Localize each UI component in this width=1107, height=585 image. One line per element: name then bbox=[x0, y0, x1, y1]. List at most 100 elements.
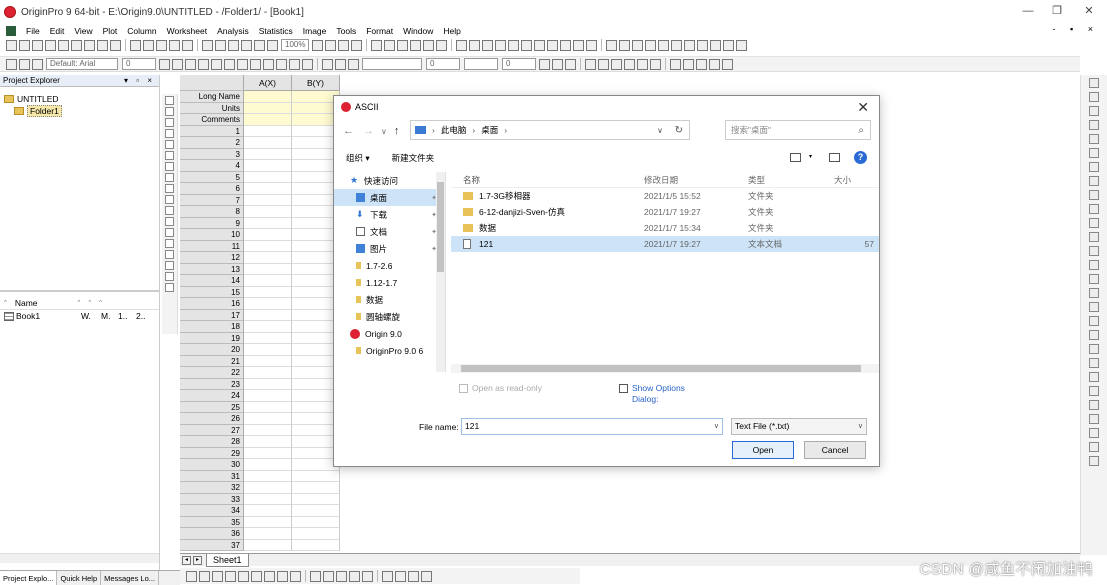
row-number[interactable]: 14 bbox=[180, 275, 244, 287]
nav-item-folder[interactable]: OriginPro 9.0 6 bbox=[334, 342, 445, 359]
cell[interactable] bbox=[244, 470, 292, 482]
checkbox-box[interactable] bbox=[459, 383, 468, 393]
region-tool-icon[interactable] bbox=[165, 250, 174, 259]
column-header-date[interactable]: 修改日期 bbox=[644, 174, 748, 186]
refresh-icon[interactable]: ↻ bbox=[675, 125, 683, 136]
annotation-tool-icon[interactable] bbox=[165, 283, 174, 292]
row-number[interactable]: 32 bbox=[180, 482, 244, 494]
column-name[interactable]: Name bbox=[15, 298, 38, 308]
polar-graph-icon[interactable] bbox=[290, 570, 301, 582]
move-right-icon[interactable] bbox=[710, 39, 722, 51]
menu-column[interactable]: Column bbox=[122, 26, 161, 36]
cell[interactable] bbox=[244, 447, 292, 459]
grid-icon[interactable] bbox=[1089, 218, 1099, 228]
set-disregard-icon[interactable] bbox=[671, 39, 683, 51]
row-number[interactable]: 6 bbox=[180, 183, 244, 195]
project-explorer-icon[interactable] bbox=[371, 39, 383, 51]
corner-cell[interactable] bbox=[180, 75, 244, 91]
stack-panel-icon[interactable] bbox=[336, 570, 347, 582]
cell[interactable] bbox=[244, 252, 292, 264]
hand-tool-icon[interactable] bbox=[165, 239, 174, 248]
cell[interactable] bbox=[244, 413, 292, 425]
import-wizard-icon[interactable] bbox=[228, 39, 239, 51]
font-color-icon[interactable] bbox=[302, 58, 313, 70]
object-edit-icon[interactable] bbox=[585, 58, 596, 70]
print-icon[interactable] bbox=[241, 39, 252, 51]
row-number[interactable]: 22 bbox=[180, 367, 244, 379]
cell[interactable] bbox=[244, 482, 292, 494]
line-graph-icon[interactable] bbox=[186, 570, 197, 582]
new-notes-icon[interactable] bbox=[84, 39, 95, 51]
clipboard-icon[interactable] bbox=[1089, 428, 1099, 438]
export-icon[interactable] bbox=[1089, 372, 1099, 382]
zoom-select[interactable]: 100% bbox=[281, 39, 310, 51]
column-graph-icon[interactable] bbox=[225, 570, 236, 582]
cell[interactable] bbox=[244, 286, 292, 298]
row-number[interactable]: 7 bbox=[180, 194, 244, 206]
text-tool-icon[interactable] bbox=[165, 195, 174, 204]
nav-item-documents[interactable]: 文档 ✦ bbox=[334, 223, 445, 240]
row-number[interactable]: 29 bbox=[180, 447, 244, 459]
row-number[interactable]: 9 bbox=[180, 217, 244, 229]
color-scale-icon[interactable] bbox=[1089, 120, 1099, 130]
horizontal-scrollbar[interactable] bbox=[451, 364, 879, 373]
nav-item-pictures[interactable]: 图片 ✦ bbox=[334, 240, 445, 257]
tree-item-folder1[interactable]: Folder1 bbox=[14, 105, 155, 117]
cell[interactable] bbox=[292, 528, 340, 540]
flip-icon[interactable] bbox=[1089, 302, 1099, 312]
line-width-select[interactable]: 0 bbox=[426, 58, 460, 70]
tab-quick-help[interactable]: Quick Help bbox=[57, 571, 102, 585]
row-number[interactable]: 12 bbox=[180, 252, 244, 264]
rectangle-tool-icon[interactable] bbox=[165, 228, 174, 237]
cell[interactable] bbox=[244, 275, 292, 287]
menu-statistics[interactable]: Statistics bbox=[254, 26, 298, 36]
border-style-icon[interactable] bbox=[552, 58, 563, 70]
cell[interactable] bbox=[244, 114, 292, 126]
save-project-icon[interactable] bbox=[169, 39, 180, 51]
cell[interactable] bbox=[244, 217, 292, 229]
menu-image[interactable]: Image bbox=[298, 26, 332, 36]
panel-controls[interactable]: ▾ ▫ × bbox=[124, 75, 155, 87]
graph-icon[interactable] bbox=[423, 39, 435, 51]
group-icon[interactable] bbox=[598, 58, 609, 70]
maximize-button[interactable]: ❐ bbox=[1050, 4, 1064, 18]
cell[interactable] bbox=[244, 505, 292, 517]
data-selector-icon[interactable] bbox=[165, 162, 174, 171]
row-number[interactable]: 33 bbox=[180, 493, 244, 505]
subscript-icon[interactable] bbox=[211, 58, 222, 70]
chevron-down-icon[interactable]: ∨ bbox=[858, 419, 863, 434]
row-number[interactable]: 37 bbox=[180, 539, 244, 551]
template-library-icon[interactable] bbox=[586, 39, 598, 51]
theme-icon[interactable] bbox=[1089, 358, 1099, 368]
multi-panel-icon[interactable] bbox=[323, 570, 334, 582]
copy-format-icon[interactable] bbox=[1089, 330, 1099, 340]
prev-sheet-button[interactable]: ◂ bbox=[182, 555, 191, 565]
legend-icon[interactable] bbox=[1089, 106, 1099, 116]
zoom-out-icon[interactable] bbox=[165, 118, 174, 127]
freehand-tool-icon[interactable] bbox=[165, 272, 174, 281]
row-number[interactable]: 17 bbox=[180, 309, 244, 321]
organize-button[interactable]: 组织 ▾ bbox=[346, 152, 370, 164]
row-number[interactable]: 2 bbox=[180, 137, 244, 149]
column-header-type[interactable]: 类型 bbox=[748, 174, 834, 186]
fill-color-icon[interactable] bbox=[322, 58, 333, 70]
script-window-icon[interactable] bbox=[338, 39, 350, 51]
menu-help[interactable]: Help bbox=[438, 26, 465, 36]
open-button[interactable]: Open bbox=[732, 441, 794, 459]
cell[interactable] bbox=[244, 298, 292, 310]
text-style-icon[interactable] bbox=[6, 58, 17, 70]
style-icon[interactable] bbox=[1089, 316, 1099, 326]
cell[interactable] bbox=[244, 367, 292, 379]
forward-button[interactable]: → bbox=[363, 125, 374, 137]
row-number[interactable]: 23 bbox=[180, 378, 244, 390]
cell[interactable] bbox=[244, 390, 292, 402]
cell[interactable] bbox=[244, 332, 292, 344]
menu-worksheet[interactable]: Worksheet bbox=[162, 26, 212, 36]
draw-data-icon[interactable] bbox=[165, 184, 174, 193]
refresh-icon[interactable] bbox=[254, 39, 265, 51]
open-template-icon[interactable] bbox=[143, 39, 154, 51]
scatter-plot-icon[interactable] bbox=[469, 39, 481, 51]
nav-item-folder[interactable]: 圆轴螺旋 bbox=[334, 308, 445, 325]
nav-item-folder[interactable]: 数据 bbox=[334, 291, 445, 308]
open-icon[interactable] bbox=[130, 39, 141, 51]
